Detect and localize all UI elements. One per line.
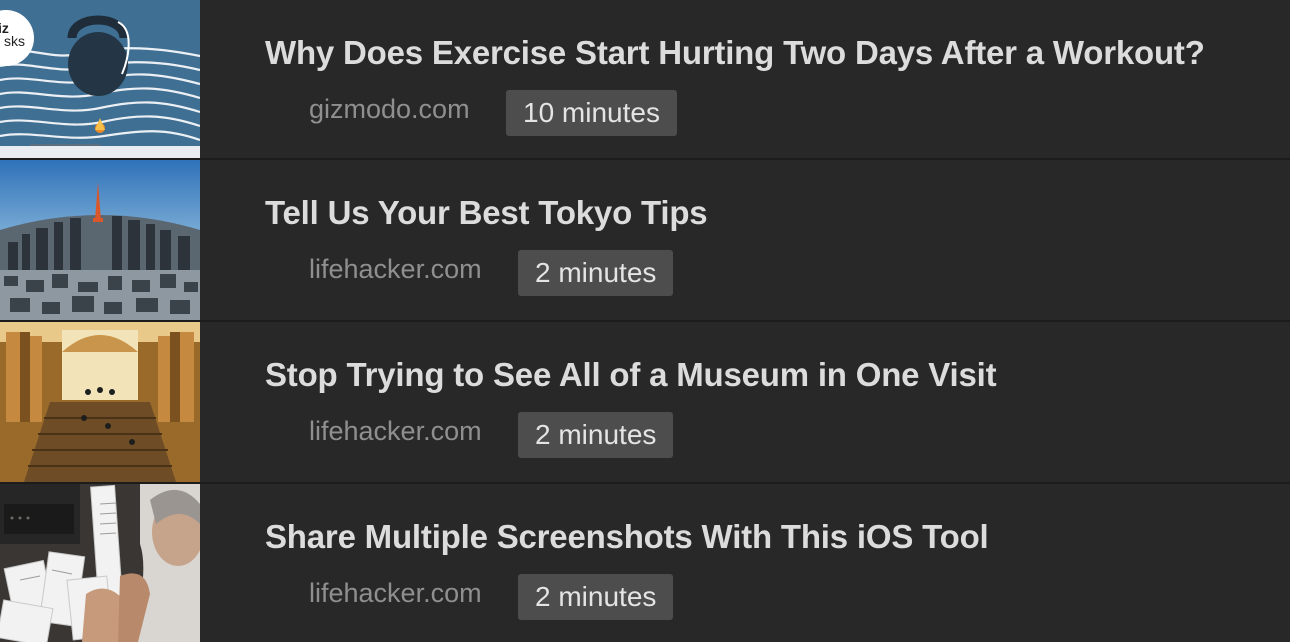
read-time-badge: 10 minutes	[506, 90, 677, 136]
article-title[interactable]: Stop Trying to See All of a Museum in On…	[265, 356, 997, 394]
article-list: iz sks Why Does Exercise Start Hurting T…	[0, 0, 1290, 642]
read-time-badge: 2 minutes	[518, 574, 674, 620]
article-row[interactable]: Share Multiple Screenshots With This iOS…	[0, 484, 1290, 642]
article-source: lifehacker.com	[309, 254, 482, 284]
article-title[interactable]: Share Multiple Screenshots With This iOS…	[265, 518, 989, 556]
read-time-badge: 2 minutes	[518, 412, 674, 458]
article-row[interactable]: Tell Us Your Best Tokyo Tips lifehacker.…	[0, 160, 1290, 320]
article-source: lifehacker.com	[309, 578, 482, 608]
article-row[interactable]: Stop Trying to See All of a Museum in On…	[0, 322, 1290, 482]
museum-hall-icon	[0, 322, 200, 482]
article-title[interactable]: Why Does Exercise Start Hurting Two Days…	[265, 34, 1205, 72]
article-thumbnail[interactable]: iz sks	[0, 0, 200, 160]
article-row[interactable]: iz sks Why Does Exercise Start Hurting T…	[0, 0, 1290, 160]
city-skyline-icon	[0, 160, 200, 320]
receipts-photo-icon	[0, 484, 200, 642]
read-time-badge: 2 minutes	[518, 250, 674, 296]
article-source: gizmodo.com	[309, 94, 470, 124]
article-thumbnail[interactable]	[0, 160, 200, 320]
thumbnail-badge-text: sks	[4, 33, 25, 49]
article-source: lifehacker.com	[309, 416, 482, 446]
article-thumbnail[interactable]	[0, 484, 200, 642]
kettlebell-icon: iz sks	[0, 0, 200, 160]
article-title[interactable]: Tell Us Your Best Tokyo Tips	[265, 194, 708, 232]
article-thumbnail[interactable]	[0, 322, 200, 482]
